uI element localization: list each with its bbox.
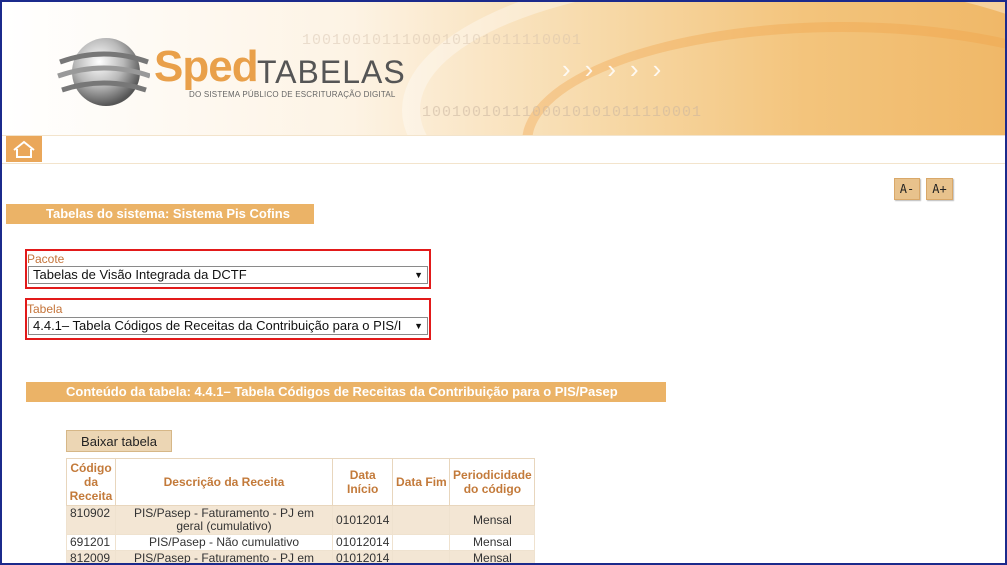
table-row: 810902 PIS/Pasep - Faturamento - PJ em g… [66, 505, 536, 535]
table-row: 812009 PIS/Pasep - Faturamento - PJ em g… [66, 550, 536, 563]
cell-codigo: 810902 [66, 505, 116, 535]
table-row: 691201 PIS/Pasep - Não cumulativo 010120… [66, 534, 536, 551]
nav-bar [2, 135, 1005, 164]
column-header-data-inicio: Data Início [331, 458, 394, 506]
cell-periodicidade: Mensal [449, 505, 536, 535]
receitas-table: Código da Receita Descrição da Receita D… [66, 458, 536, 563]
logo-sped-text: Sped [154, 42, 259, 91]
cell-periodicidade: Mensal [449, 550, 536, 563]
cell-data-fim [392, 550, 451, 563]
column-header-data-fim: Data Fim [392, 458, 451, 506]
binary-decoration: 1001001011100010101011110001 [302, 32, 583, 49]
download-table-button[interactable]: Baixar tabela [66, 430, 172, 452]
cell-data-inicio: 01012014 [331, 505, 394, 535]
content-title: Conteúdo da tabela: 4.4.1– Tabela Código… [26, 382, 666, 402]
binary-decoration: 1001001011100010101011110001 [422, 104, 703, 121]
tabela-label: Tabela [27, 302, 63, 316]
home-button[interactable] [6, 136, 42, 162]
pacote-label: Pacote [27, 252, 65, 266]
column-header-descricao: Descrição da Receita [115, 458, 333, 506]
pacote-selected-value: Tabelas de Visão Integrada da DCTF [33, 267, 247, 282]
logo-tabelas-text: TABELAS [257, 54, 406, 90]
cell-codigo: 691201 [66, 534, 116, 551]
column-header-codigo: Código da Receita [66, 458, 116, 506]
cell-data-fim [392, 505, 451, 535]
arrows-decoration: ››››› [562, 54, 676, 84]
app-window: 1001001011100010101011110001 10010010111… [0, 0, 1007, 565]
dropdown-arrow-icon: ▼ [414, 270, 423, 280]
tabela-select[interactable]: 4.4.1– Tabela Códigos de Receitas da Con… [28, 317, 428, 335]
cell-descricao: PIS/Pasep - Faturamento - PJ em geral [115, 550, 333, 563]
increase-font-button[interactable]: A+ [926, 178, 953, 200]
system-title: Tabelas do sistema: Sistema Pis Cofins [6, 204, 314, 224]
column-header-periodicidade: Periodicidade do código [449, 458, 536, 506]
cell-codigo: 812009 [66, 550, 116, 563]
cell-periodicidade: Mensal [449, 534, 536, 551]
logo-subtitle: DO SISTEMA PÚBLICO DE ESCRITURAÇÃO DIGIT… [189, 90, 396, 99]
cell-data-inicio: 01012014 [331, 550, 394, 563]
cell-descricao: PIS/Pasep - Faturamento - PJ em geral (c… [115, 505, 333, 535]
cell-data-fim [392, 534, 451, 551]
tabela-selected-value: 4.4.1– Tabela Códigos de Receitas da Con… [33, 318, 402, 333]
decrease-font-button[interactable]: A- [894, 178, 920, 200]
home-icon [13, 140, 35, 158]
dropdown-arrow-icon: ▼ [414, 321, 423, 331]
cell-descricao: PIS/Pasep - Não cumulativo [115, 534, 333, 551]
cell-data-inicio: 01012014 [331, 534, 394, 551]
pacote-select[interactable]: Tabelas de Visão Integrada da DCTF ▼ [28, 266, 428, 284]
sped-globe-logo-icon [57, 38, 150, 106]
table-header-row: Código da Receita Descrição da Receita D… [66, 458, 536, 506]
